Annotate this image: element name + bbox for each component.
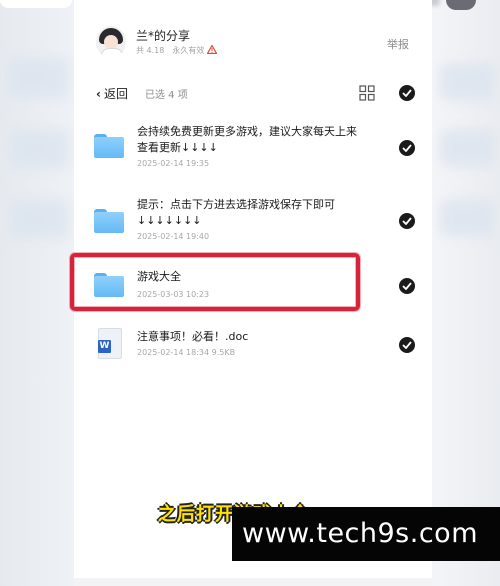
chevron-left-icon: ‹ — [96, 87, 101, 101]
blurred-background-shape — [10, 130, 68, 168]
grid-view-icon[interactable] — [359, 85, 375, 101]
file-row[interactable]: 会持续免费更新更多游戏，建议大家每天上来查看更新↓↓↓↓ 2025-02-14 … — [74, 124, 432, 174]
share-header: 兰*的分享 共 4.18 永久有效 举报 — [74, 22, 432, 66]
file-date: 2025-02-14 18:34 — [137, 348, 210, 357]
file-name: 提示：点击下方进去选择游戏保存下即可↓↓↓↓↓↓↓ — [137, 198, 335, 227]
share-title: 兰*的分享 — [136, 29, 191, 43]
check-icon — [402, 217, 412, 225]
file-date: 2025-02-14 19:40 — [137, 232, 210, 241]
file-checkbox[interactable] — [399, 278, 415, 294]
file-name: 会持续免费更新更多游戏，建议大家每天上来查看更新↓↓↓↓ — [137, 125, 357, 154]
share-sheet: 兰*的分享 共 4.18 永久有效 举报 ‹ 返回 已选 4 项 会持续免费更新更多… — [70, 0, 432, 586]
file-checkbox[interactable] — [399, 140, 415, 156]
check-icon — [402, 144, 412, 152]
file-name: 注意事项！必看！.doc — [137, 330, 249, 343]
file-row[interactable]: W 注意事项！必看！.doc 2025-02-14 18:34 9.5KB — [74, 328, 432, 364]
blurred-background-shape — [440, 200, 494, 236]
folder-icon — [94, 207, 124, 233]
blurred-background-shape — [440, 64, 494, 100]
file-row-highlighted[interactable]: 游戏大全 2025-03-03 10:23 — [70, 253, 432, 311]
check-icon — [402, 89, 412, 97]
file-row[interactable]: 提示：点击下方进去选择游戏保存下即可↓↓↓↓↓↓↓ 2025-02-14 19:… — [74, 197, 432, 247]
top-left-handle — [0, 0, 72, 8]
watermark-banner: www.tech9s.com — [232, 507, 500, 561]
file-date: 2025-03-03 10:23 — [137, 290, 210, 299]
check-icon — [402, 341, 412, 349]
back-button[interactable]: ‹ 返回 — [96, 85, 128, 102]
file-checkbox[interactable] — [399, 213, 415, 229]
blurred-background-shape — [440, 130, 494, 166]
file-name: 游戏大全 — [137, 270, 181, 283]
share-meta: 共 4.18 永久有效 — [136, 45, 218, 56]
share-count: 共 4.18 — [136, 46, 165, 55]
warning-icon — [207, 45, 218, 54]
avatar[interactable] — [96, 26, 126, 58]
bottom-bar — [74, 578, 432, 586]
file-meta: 2025-02-14 18:34 9.5KB — [137, 348, 235, 357]
blurred-background-shape — [8, 58, 68, 98]
select-all-checkbox[interactable] — [399, 85, 415, 101]
blurred-background-shape — [10, 200, 68, 238]
folder-icon — [94, 271, 124, 297]
folder-icon — [94, 132, 124, 158]
share-validity: 永久有效 — [172, 46, 205, 55]
file-checkbox[interactable] — [399, 337, 415, 353]
file-size: 9.5KB — [211, 348, 236, 357]
selection-toolbar: ‹ 返回 已选 4 项 — [74, 82, 432, 104]
back-label: 返回 — [103, 87, 128, 101]
file-date: 2025-02-14 19:35 — [137, 159, 210, 168]
report-button[interactable]: 举报 — [387, 36, 409, 52]
check-icon — [402, 282, 412, 290]
word-doc-icon: W — [98, 328, 122, 359]
selected-count: 已选 4 项 — [145, 90, 188, 101]
watermark-text: www.tech9s.com — [242, 518, 478, 549]
